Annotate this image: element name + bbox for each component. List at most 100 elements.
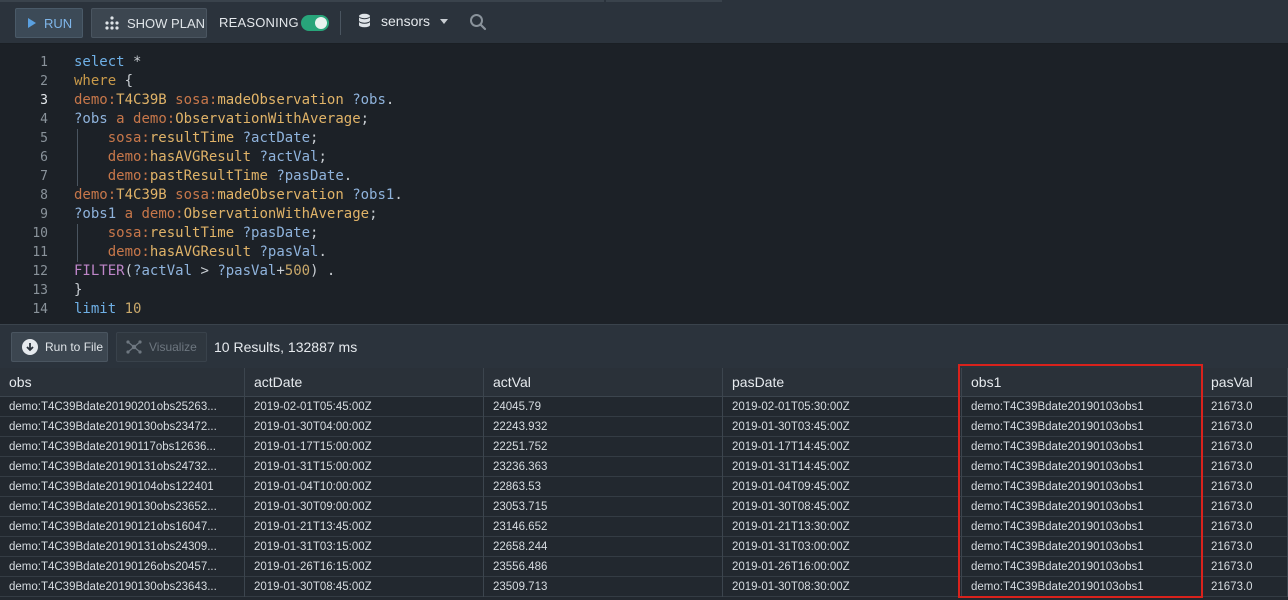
cell-obs1[interactable]: demo:T4C39Bdate20190103obs1	[962, 537, 1202, 557]
cell-obs1[interactable]: demo:T4C39Bdate20190103obs1	[962, 517, 1202, 537]
code-line[interactable]: 10 sosa:resultTime ?pasDate;	[0, 224, 1288, 243]
table-row[interactable]: demo:T4C39Bdate20190130obs23652... 2019-0…	[0, 497, 1288, 517]
cell-obs[interactable]: demo:T4C39Bdate20190131obs24732...	[0, 457, 245, 477]
reasoning-toggle[interactable]	[301, 15, 329, 31]
search-icon[interactable]	[469, 13, 487, 31]
cell-obs[interactable]: demo:T4C39Bdate20190117obs12636...	[0, 437, 245, 457]
table-row[interactable]: demo:T4C39Bdate20190126obs20457... 2019-0…	[0, 557, 1288, 577]
table-row[interactable]: demo:T4C39Bdate20190117obs12636... 2019-0…	[0, 437, 1288, 457]
cell-obs[interactable]: demo:T4C39Bdate20190130obs23643...	[0, 577, 245, 597]
cell-obs1[interactable]: demo:T4C39Bdate20190103obs1	[962, 437, 1202, 457]
run-to-file-button[interactable]: Run to File	[11, 332, 108, 362]
cell-actdate[interactable]: 2019-01-21T13:45:00Z	[245, 517, 484, 537]
cell-pasdate[interactable]: 2019-01-21T13:30:00Z	[723, 517, 962, 537]
cell-actdate[interactable]: 2019-01-30T08:45:00Z	[245, 577, 484, 597]
cell-obs[interactable]: demo:T4C39Bdate20190130obs23652...	[0, 497, 245, 517]
cell-pasval[interactable]: 21673.0	[1202, 517, 1288, 537]
cell-actdate[interactable]: 2019-01-31T03:15:00Z	[245, 537, 484, 557]
cell-pasdate[interactable]: 2019-01-30T08:30:00Z	[723, 577, 962, 597]
cell-actval[interactable]: 24045.79	[484, 397, 723, 417]
database-selector[interactable]: sensors	[358, 13, 449, 29]
cell-pasval[interactable]: 21673.0	[1202, 497, 1288, 517]
cell-obs[interactable]: demo:T4C39Bdate20190121obs16047...	[0, 517, 245, 537]
cell-actdate[interactable]: 2019-01-30T09:00:00Z	[245, 497, 484, 517]
code-line[interactable]: 4 ?obs a demo:ObservationWithAverage;	[0, 110, 1288, 129]
cell-pasval[interactable]: 21673.0	[1202, 397, 1288, 417]
cell-actdate[interactable]: 2019-01-04T10:00:00Z	[245, 477, 484, 497]
code-line[interactable]: 8 demo:T4C39B sosa:madeObservation ?obs1.	[0, 186, 1288, 205]
code-line[interactable]: 9 ?obs1 a demo:ObservationWithAverage;	[0, 205, 1288, 224]
show-plan-button[interactable]: SHOW PLAN	[91, 8, 207, 38]
table-row[interactable]: demo:T4C39Bdate20190131obs24732... 2019-0…	[0, 457, 1288, 477]
column-header-pasval[interactable]: pasVal	[1202, 368, 1288, 397]
cell-pasval[interactable]: 21673.0	[1202, 577, 1288, 597]
cell-obs1[interactable]: demo:T4C39Bdate20190103obs1	[962, 557, 1202, 577]
cell-obs1[interactable]: demo:T4C39Bdate20190103obs1	[962, 457, 1202, 477]
cell-actval[interactable]: 23146.652	[484, 517, 723, 537]
cell-actdate[interactable]: 2019-01-17T15:00:00Z	[245, 437, 484, 457]
tab-strip-line	[606, 0, 722, 2]
cell-pasdate[interactable]: 2019-01-30T03:45:00Z	[723, 417, 962, 437]
cell-pasval[interactable]: 21673.0	[1202, 557, 1288, 577]
query-editor[interactable]: 1 select * 2 where {3 demo:T4C39B sosa:madeO…	[0, 44, 1288, 324]
table-row[interactable]: demo:T4C39Bdate20190131obs24309... 2019-0…	[0, 537, 1288, 557]
cell-actdate[interactable]: 2019-02-01T05:45:00Z	[245, 397, 484, 417]
table-row[interactable]: demo:T4C39Bdate20190130obs23472... 2019-0…	[0, 417, 1288, 437]
code-line[interactable]: 13}	[0, 281, 1288, 300]
column-header-obs[interactable]: obs	[0, 368, 245, 397]
cell-obs[interactable]: demo:T4C39Bdate20190201obs25263...	[0, 397, 245, 417]
cell-pasdate[interactable]: 2019-02-01T05:30:00Z	[723, 397, 962, 417]
cell-actval[interactable]: 22243.932	[484, 417, 723, 437]
cell-obs1[interactable]: demo:T4C39Bdate20190103obs1	[962, 417, 1202, 437]
code-line[interactable]: 1 select *	[0, 53, 1288, 72]
code-line[interactable]: 2 where {	[0, 72, 1288, 91]
cell-pasdate[interactable]: 2019-01-31T14:45:00Z	[723, 457, 962, 477]
cell-obs1[interactable]: demo:T4C39Bdate20190103obs1	[962, 497, 1202, 517]
cell-obs1[interactable]: demo:T4C39Bdate20190103obs1	[962, 477, 1202, 497]
table-row[interactable]: demo:T4C39Bdate20190104obs122401 2019-01-…	[0, 477, 1288, 497]
column-header-actval[interactable]: actVal	[484, 368, 723, 397]
cell-obs1[interactable]: demo:T4C39Bdate20190103obs1	[962, 577, 1202, 597]
cell-actval[interactable]: 23509.713	[484, 577, 723, 597]
cell-obs[interactable]: demo:T4C39Bdate20190126obs20457...	[0, 557, 245, 577]
code-token: +	[276, 263, 285, 279]
cell-obs[interactable]: demo:T4C39Bdate20190104obs122401	[0, 477, 245, 497]
column-header-pasdate[interactable]: pasDate	[723, 368, 962, 397]
cell-pasdate[interactable]: 2019-01-04T09:45:00Z	[723, 477, 962, 497]
run-button[interactable]: RUN	[15, 8, 83, 38]
cell-pasval[interactable]: 21673.0	[1202, 477, 1288, 497]
cell-pasval[interactable]: 21673.0	[1202, 537, 1288, 557]
column-header-obs1[interactable]: obs1	[962, 368, 1202, 397]
code-line[interactable]: 12 FILTER(?actVal > ?pasVal+500) .	[0, 262, 1288, 281]
code-line[interactable]: 14 limit 10	[0, 300, 1288, 319]
code-line[interactable]: 3 demo:T4C39B sosa:madeObservation ?obs.	[0, 91, 1288, 110]
cell-obs[interactable]: demo:T4C39Bdate20190130obs23472...	[0, 417, 245, 437]
cell-pasval[interactable]: 21673.0	[1202, 417, 1288, 437]
visualize-button[interactable]: Visualize	[116, 332, 207, 362]
cell-actval[interactable]: 23556.486	[484, 557, 723, 577]
cell-obs[interactable]: demo:T4C39Bdate20190131obs24309...	[0, 537, 245, 557]
cell-actdate[interactable]: 2019-01-31T15:00:00Z	[245, 457, 484, 477]
cell-obs1[interactable]: demo:T4C39Bdate20190103obs1	[962, 397, 1202, 417]
table-row[interactable]: demo:T4C39Bdate20190130obs23643... 2019-0…	[0, 577, 1288, 597]
cell-pasdate[interactable]: 2019-01-30T08:45:00Z	[723, 497, 962, 517]
cell-actdate[interactable]: 2019-01-30T04:00:00Z	[245, 417, 484, 437]
cell-pasdate[interactable]: 2019-01-17T14:45:00Z	[723, 437, 962, 457]
cell-pasdate[interactable]: 2019-01-31T03:00:00Z	[723, 537, 962, 557]
column-header-actdate[interactable]: actDate	[245, 368, 484, 397]
cell-actval[interactable]: 22863.53	[484, 477, 723, 497]
table-row[interactable]: demo:T4C39Bdate20190121obs16047... 2019-0…	[0, 517, 1288, 537]
code-line[interactable]: 7 demo:pastResultTime ?pasDate.	[0, 167, 1288, 186]
cell-pasval[interactable]: 21673.0	[1202, 437, 1288, 457]
cell-actval[interactable]: 23236.363	[484, 457, 723, 477]
code-line[interactable]: 6 demo:hasAVGResult ?actVal;	[0, 148, 1288, 167]
code-line[interactable]: 11 demo:hasAVGResult ?pasVal.	[0, 243, 1288, 262]
table-row[interactable]: demo:T4C39Bdate20190201obs25263... 2019-0…	[0, 397, 1288, 417]
cell-actval[interactable]: 23053.715	[484, 497, 723, 517]
code-line[interactable]: 5 sosa:resultTime ?actDate;	[0, 129, 1288, 148]
cell-pasval[interactable]: 21673.0	[1202, 457, 1288, 477]
cell-pasdate[interactable]: 2019-01-26T16:00:00Z	[723, 557, 962, 577]
cell-actval[interactable]: 22658.244	[484, 537, 723, 557]
cell-actdate[interactable]: 2019-01-26T16:15:00Z	[245, 557, 484, 577]
cell-actval[interactable]: 22251.752	[484, 437, 723, 457]
